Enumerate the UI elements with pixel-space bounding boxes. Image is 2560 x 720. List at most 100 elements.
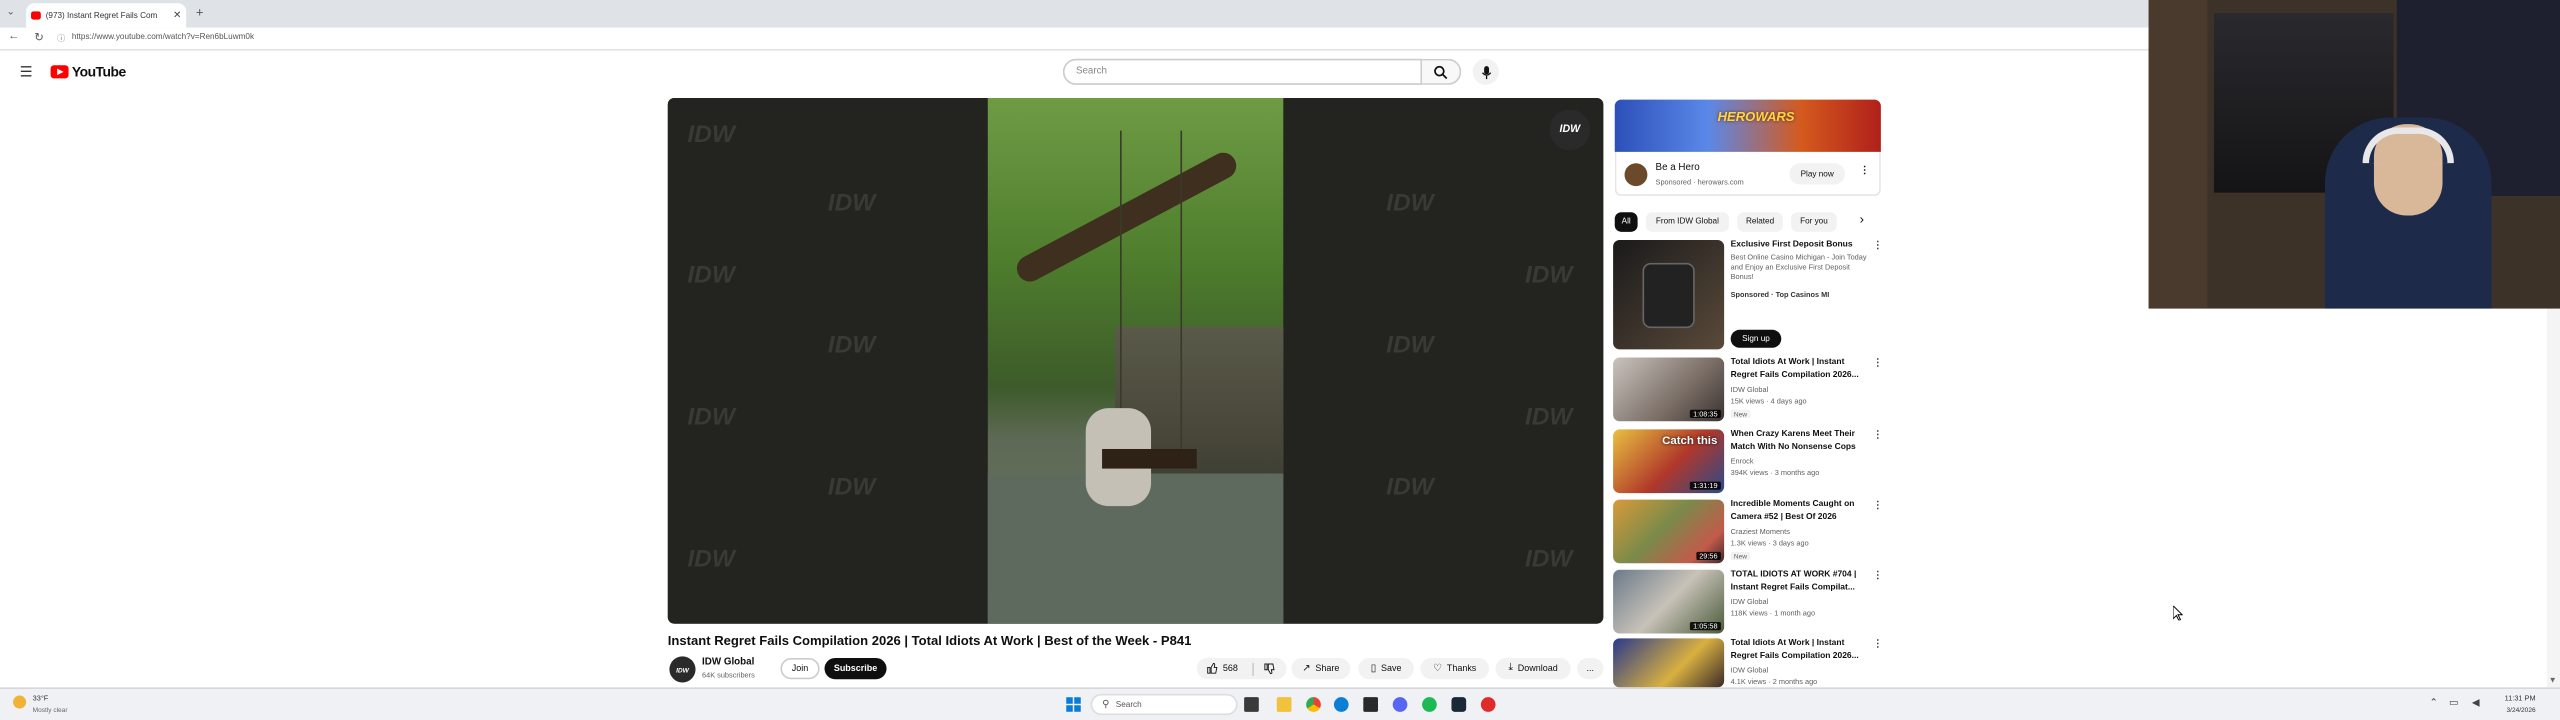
scroll-down-arrow-icon[interactable]: ▼ <box>2549 676 2557 686</box>
ad-banner-image[interactable]: HEROWARS <box>1614 99 1881 152</box>
refresh-icon[interactable]: ↻ <box>34 31 44 44</box>
rec-more-options-icon[interactable]: ⋮ <box>1873 240 1883 252</box>
thumbs-down-icon[interactable] <box>1264 663 1275 675</box>
chip-all[interactable]: All <box>1614 212 1638 232</box>
more-actions-button[interactable]: ... <box>1577 657 1604 680</box>
youtube-play-logo-icon <box>50 65 69 79</box>
ad-title[interactable]: Be a Hero <box>1656 163 1700 173</box>
video-watermark: IDW <box>687 120 735 149</box>
rec-title[interactable]: Total Idiots At Work | Instant Regret Fa… <box>1731 638 1868 662</box>
back-arrow-icon[interactable]: ← <box>8 31 19 42</box>
url-field[interactable]: https://www.youtube.com/watch?v=Ren6bLuw… <box>72 33 254 43</box>
network-icon[interactable]: ▭ <box>2449 697 2458 709</box>
close-tab-icon[interactable]: ✕ <box>173 10 181 21</box>
duration-badge: 29:56 <box>1695 551 1721 561</box>
youtube-logo[interactable]: YouTube <box>50 64 126 80</box>
rec-channel: Craziest Moments <box>1730 527 1790 536</box>
app-icon[interactable] <box>1480 697 1496 712</box>
rec-views: 15K views · 4 days ago <box>1730 396 1807 405</box>
rec-more-options-icon[interactable]: ⋮ <box>1873 358 1883 369</box>
page-scrollbar[interactable]: ▼ <box>2547 308 2560 688</box>
rec-views: 1.3K views · 3 days ago <box>1730 538 1809 547</box>
save-label: Save <box>1381 663 1402 674</box>
video-watermark: IDW <box>1524 545 1573 574</box>
rec-channel: Enrock <box>1730 457 1754 466</box>
rec-thumbnail[interactable] <box>1613 240 1725 350</box>
video-watermark: IDW <box>827 331 876 360</box>
chip-related[interactable]: Related <box>1737 212 1783 232</box>
rec-channel: IDW Global <box>1730 666 1769 675</box>
file-explorer-icon[interactable] <box>1276 697 1292 712</box>
search-button[interactable] <box>1422 58 1462 85</box>
rec-title[interactable]: TOTAL IDIOTS AT WORK #704 | Instant Regr… <box>1731 570 1868 594</box>
hamburger-menu-icon[interactable]: ☰ <box>20 64 33 82</box>
video-player[interactable]: IDW IDW IDW IDW IDW IDW IDW IDW IDW IDW … <box>667 97 1604 624</box>
rec-ad-description: Best Online Casino Michigan - Join Today… <box>1730 253 1867 281</box>
rec-channel: IDW Global <box>1730 597 1769 606</box>
channel-name[interactable]: IDW Global <box>702 658 754 668</box>
new-badge: New <box>1730 409 1751 418</box>
duration-badge: 1:08:35 <box>1689 409 1721 418</box>
address-bar-row: ← ↻ ⓘ <box>0 27 2149 51</box>
rec-more-options-icon[interactable]: ⋮ <box>1873 429 1883 441</box>
save-button[interactable]: ▯ Save <box>1358 657 1414 680</box>
steam-icon[interactable] <box>1451 697 1467 712</box>
subscribe-button[interactable]: Subscribe <box>824 657 887 680</box>
rec-more-options-icon[interactable]: ⋮ <box>1873 570 1883 581</box>
spotify-icon[interactable] <box>1422 697 1437 712</box>
rec-title[interactable]: Exclusive First Deposit Bonus <box>1731 240 1868 252</box>
webcam-overlay <box>2148 0 2560 309</box>
rec-thumbnail[interactable]: 29:56 <box>1613 499 1725 564</box>
rec-thumbnail[interactable]: 1:05:58 <box>1613 569 1725 634</box>
rec-thumbnail[interactable]: Catch this 1:31:19 <box>1613 429 1725 494</box>
chrome-icon[interactable] <box>1306 697 1321 712</box>
taskbar-search-icon: ⚲ <box>1102 700 1110 711</box>
tab-list-icon[interactable]: ⌄ <box>7 7 15 18</box>
rec-more-options-icon[interactable]: ⋮ <box>1873 638 1883 650</box>
clock-time[interactable]: 11:31 PM <box>2496 694 2536 702</box>
rec-thumbnail[interactable] <box>1613 638 1725 688</box>
search-input[interactable]: Search <box>1062 58 1423 85</box>
like-count: 568 <box>1222 663 1238 674</box>
thanks-button[interactable]: ♡ Thanks <box>1420 657 1490 680</box>
phone-shape <box>1642 262 1695 329</box>
chevron-right-icon[interactable]: › <box>1860 212 1864 227</box>
ad-more-options-icon[interactable]: ⋮ <box>1860 165 1870 177</box>
taskbar-search-box[interactable]: ⚲ Search <box>1090 693 1238 716</box>
like-divider <box>1252 662 1255 676</box>
task-view-icon[interactable] <box>1244 697 1259 712</box>
rec-title[interactable]: Incredible Moments Caught on Camera #52 … <box>1731 500 1868 524</box>
thanks-label: Thanks <box>1446 663 1477 674</box>
tree-branch-shape <box>1012 148 1241 287</box>
edge-icon[interactable] <box>1333 697 1349 712</box>
video-watermark: IDW <box>687 261 735 289</box>
weather-temp[interactable]: 33°F <box>33 694 49 702</box>
rec-more-options-icon[interactable]: ⋮ <box>1873 500 1883 511</box>
windows-start-icon[interactable] <box>1066 697 1081 712</box>
download-button[interactable]: ⤓ Download <box>1495 657 1571 680</box>
channel-avatar[interactable]: IDW <box>669 656 696 683</box>
new-badge: New <box>1730 551 1751 561</box>
store-icon[interactable] <box>1363 697 1378 712</box>
new-tab-icon[interactable]: + <box>196 5 204 20</box>
share-button[interactable]: ↗ Share <box>1291 657 1351 680</box>
chip-for-you[interactable]: For you <box>1791 212 1837 232</box>
chip-from-channel[interactable]: From IDW Global <box>1645 212 1730 232</box>
site-info-icon[interactable]: ⓘ <box>57 33 65 44</box>
rec-title[interactable]: When Crazy Karens Meet Their Match With … <box>1731 429 1868 453</box>
like-button[interactable]: 568 <box>1207 662 1238 674</box>
rec-title[interactable]: Total Idiots At Work | Instant Regret Fa… <box>1731 358 1868 382</box>
taskbar: 33°F Mostly clear ⚲ Search ⌃ ▭ ◀ 11:31 P… <box>0 687 2560 720</box>
voice-search-button[interactable] <box>1472 58 1499 85</box>
screen: ⌄ (973) Instant Regret Fails Com ✕ + ← ↻… <box>0 0 2560 720</box>
browser-tab[interactable]: (973) Instant Regret Fails Com ✕ <box>26 3 187 28</box>
join-button[interactable]: Join <box>780 657 820 680</box>
sign-up-button[interactable]: Sign up <box>1730 329 1782 348</box>
taskbar-search-label: Search <box>1115 699 1142 710</box>
discord-icon[interactable] <box>1392 697 1408 712</box>
download-icon: ⤓ <box>1508 662 1513 673</box>
volume-icon[interactable]: ◀ <box>2472 697 2480 709</box>
ad-play-now-button[interactable]: Play now <box>1789 163 1845 185</box>
rec-thumbnail[interactable]: 1:08:35 <box>1613 357 1725 422</box>
tray-overflow-icon[interactable]: ⌃ <box>2429 697 2437 709</box>
